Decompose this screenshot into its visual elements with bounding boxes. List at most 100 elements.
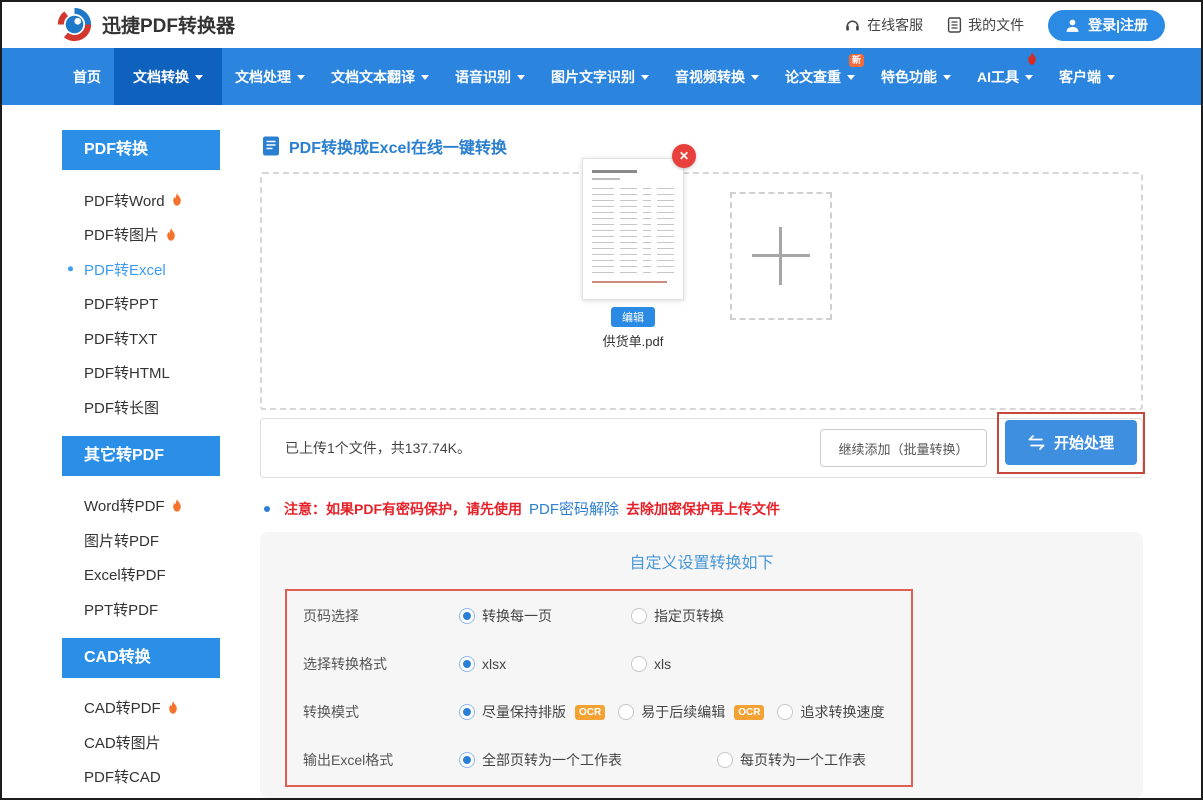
- nav-item[interactable]: 文档处理: [222, 48, 318, 105]
- radio-unselected-icon[interactable]: [631, 608, 647, 624]
- nav-item-label: 文档文本翻译: [331, 67, 415, 87]
- online-service-link[interactable]: 在线客服: [844, 15, 923, 35]
- sidebar-item[interactable]: Excel转PDF: [62, 558, 220, 593]
- radio-option[interactable]: 尽量保持排版OCR: [459, 702, 605, 722]
- sidebar-item[interactable]: CAD转图片: [62, 725, 220, 760]
- sidebar-item[interactable]: Word转PDF: [62, 489, 220, 524]
- notice-suffix: 去除加密保护再上传文件: [626, 499, 780, 519]
- start-processing-button[interactable]: 开始处理: [1005, 420, 1137, 465]
- thumbnail-column: [592, 188, 614, 274]
- bullet-icon: [264, 506, 270, 512]
- radio-selected-icon[interactable]: [459, 656, 475, 672]
- radio-unselected-icon[interactable]: [717, 752, 733, 768]
- radio-option-label: xls: [654, 656, 671, 672]
- settings-options: 尽量保持排版OCR 易于后续编辑OCR 追求转换速度: [459, 702, 911, 722]
- settings-annotation-box: 页码选择转换每一页指定页转换选择转换格式xlsxxls转换模式尽量保持排版OCR…: [285, 589, 913, 787]
- nav-item[interactable]: 文档文本翻译: [318, 48, 442, 105]
- pdf-password-removal-link[interactable]: PDF密码解除: [529, 498, 619, 519]
- uploaded-file-thumbnail[interactable]: [582, 158, 684, 300]
- radio-selected-icon[interactable]: [459, 752, 475, 768]
- settings-row-label: 选择转换格式: [303, 654, 459, 674]
- uploaded-file-name: 供货单.pdf: [562, 331, 704, 350]
- sidebar-item[interactable]: PPT转PDF: [62, 592, 220, 627]
- radio-option[interactable]: xlsx: [459, 656, 631, 672]
- nav-item[interactable]: 论文查重新: [772, 48, 868, 105]
- nav-item[interactable]: 特色功能: [868, 48, 964, 105]
- sidebar-item[interactable]: PDF转Excel: [62, 252, 220, 287]
- chevron-down-icon: [195, 75, 203, 80]
- sidebar-item[interactable]: PDF转CAD: [62, 760, 220, 795]
- thumbnail-table: [592, 188, 674, 274]
- my-files-link[interactable]: 我的文件: [947, 15, 1024, 35]
- flame-icon: [1026, 52, 1038, 66]
- sidebar-item[interactable]: PDF转图片: [62, 218, 220, 253]
- sidebar-item-label: PDF转图片: [84, 224, 159, 245]
- sidebar-item-label: Excel转PDF: [84, 564, 166, 585]
- radio-unselected-icon[interactable]: [631, 656, 647, 672]
- add-more-files-button[interactable]: 继续添加（批量转换）: [820, 429, 987, 467]
- sidebar-section-header[interactable]: PDF转换: [62, 130, 220, 170]
- radio-option[interactable]: 全部页转为一个工作表: [459, 750, 717, 770]
- nav-item-label: 音视频转换: [675, 67, 745, 87]
- sidebar-item[interactable]: PDF转Word: [62, 183, 220, 218]
- settings-row: 输出Excel格式全部页转为一个工作表每页转为一个工作表: [303, 736, 911, 784]
- nav-item-label: 首页: [73, 67, 101, 87]
- radio-option[interactable]: 易于后续编辑OCR: [618, 702, 764, 722]
- page-title-doc-icon: [262, 136, 280, 156]
- radio-selected-icon[interactable]: [459, 608, 475, 624]
- password-notice: 注意：如果PDF有密码保护，请先使用 PDF密码解除 去除加密保护再上传文件: [264, 498, 780, 519]
- edit-file-button[interactable]: 编辑: [611, 307, 655, 327]
- radio-option[interactable]: 转换每一页: [459, 606, 631, 626]
- ocr-badge: OCR: [575, 705, 605, 720]
- radio-option-label: 追求转换速度: [800, 702, 884, 722]
- upload-dropzone[interactable]: [260, 172, 1143, 410]
- radio-option[interactable]: 每页转为一个工作表: [717, 750, 866, 770]
- sidebar-item-label: 图片转PDF: [84, 530, 159, 551]
- login-register-label: 登录|注册: [1088, 15, 1148, 35]
- nav-item-label: 论文查重: [785, 67, 841, 87]
- nav-item[interactable]: 语音识别: [442, 48, 538, 105]
- nav-item[interactable]: 首页: [60, 48, 114, 105]
- nav-item[interactable]: 文档转换: [114, 48, 222, 105]
- chevron-down-icon: [1107, 75, 1115, 80]
- sidebar-item[interactable]: PDF转HTML: [62, 356, 220, 391]
- radio-option[interactable]: 指定页转换: [631, 606, 803, 626]
- nav-item[interactable]: 图片文字识别: [538, 48, 662, 105]
- radio-option-label: 指定页转换: [654, 606, 724, 626]
- sidebar-item-label: PPT转PDF: [84, 599, 158, 620]
- radio-unselected-icon[interactable]: [777, 704, 793, 720]
- sidebar-section-items: PDF转WordPDF转图片PDF转ExcelPDF转PPTPDF转TXTPDF…: [62, 183, 220, 425]
- user-icon: [1065, 18, 1080, 33]
- sidebar-section-header[interactable]: 其它转PDF: [62, 436, 220, 476]
- settings-row: 转换模式尽量保持排版OCR易于后续编辑OCR追求转换速度: [303, 688, 911, 736]
- nav-item[interactable]: 音视频转换: [662, 48, 772, 105]
- nav-item-label: 语音识别: [455, 67, 511, 87]
- radio-option-label: 转换每一页: [482, 606, 552, 626]
- thumbnail-column: [643, 188, 651, 274]
- nav-item[interactable]: AI工具: [964, 48, 1046, 105]
- sidebar-section-header[interactable]: CAD转换: [62, 638, 220, 678]
- sidebar-item[interactable]: PDF转长图: [62, 390, 220, 425]
- sidebar-item-label: PDF转长图: [84, 397, 159, 418]
- document-icon: [947, 17, 962, 33]
- remove-file-icon[interactable]: ✕: [672, 144, 696, 168]
- radio-option[interactable]: xls: [631, 656, 803, 672]
- thumbnail-line: [592, 170, 637, 173]
- radio-selected-icon[interactable]: [459, 704, 475, 720]
- chevron-down-icon: [847, 75, 855, 80]
- sidebar-item[interactable]: PDF转PPT: [62, 287, 220, 322]
- add-file-box[interactable]: [730, 192, 832, 320]
- radio-unselected-icon[interactable]: [618, 704, 634, 720]
- login-register-button[interactable]: 登录|注册: [1048, 10, 1165, 41]
- radio-option[interactable]: 追求转换速度: [777, 702, 884, 722]
- sidebar-item[interactable]: CAD转PDF: [62, 691, 220, 726]
- sidebar-item[interactable]: PDF转TXT: [62, 321, 220, 356]
- app-logo[interactable]: 迅捷PDF转换器: [56, 6, 235, 43]
- nav-item-label: 客户端: [1059, 67, 1101, 87]
- sidebar-item[interactable]: 图片转PDF: [62, 523, 220, 558]
- nav-item-label: 特色功能: [881, 67, 937, 87]
- logo-text: 迅捷PDF转换器: [102, 11, 235, 38]
- notice-prefix: 注意：如果PDF有密码保护，请先使用: [284, 499, 522, 519]
- radio-option-label: xlsx: [482, 656, 506, 672]
- nav-item[interactable]: 客户端: [1046, 48, 1128, 105]
